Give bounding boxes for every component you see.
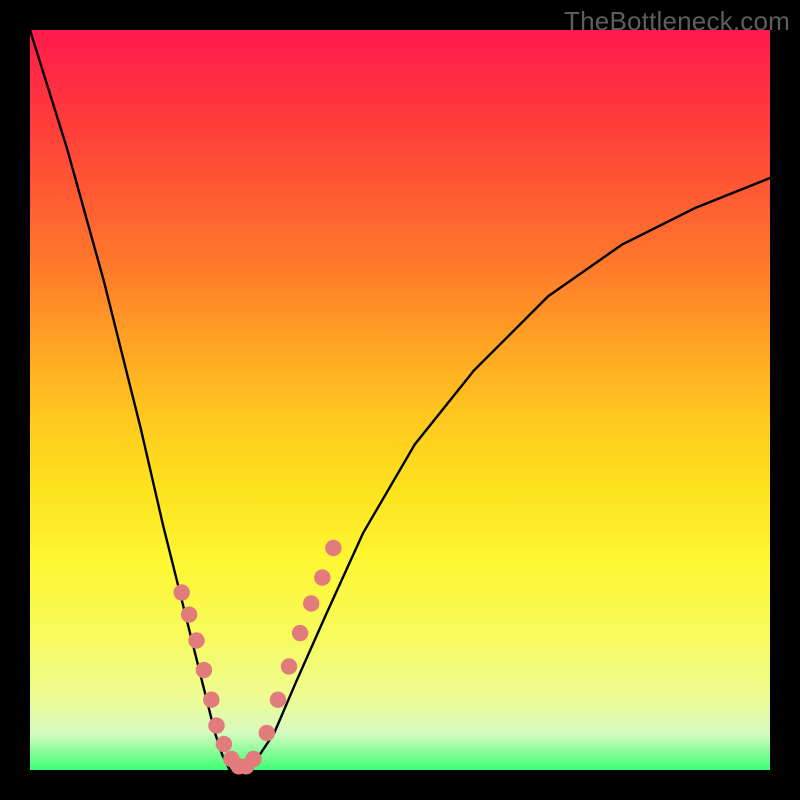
highlight-marker <box>303 595 319 611</box>
highlight-marker <box>181 606 197 622</box>
highlight-marker <box>174 584 190 600</box>
plot-area <box>30 30 770 770</box>
highlight-marker <box>208 717 224 733</box>
highlight-marker <box>292 625 308 641</box>
highlight-marker <box>281 658 297 674</box>
highlight-marker <box>216 736 232 752</box>
highlight-marker <box>270 692 286 708</box>
bottleneck-curve-path <box>30 30 770 770</box>
highlight-marker <box>203 692 219 708</box>
highlight-marker <box>188 632 204 648</box>
highlight-marker <box>245 751 261 767</box>
marker-group <box>174 540 342 775</box>
highlight-marker <box>259 725 275 741</box>
highlight-marker <box>314 569 330 585</box>
curve-svg <box>30 30 770 770</box>
chart-frame: TheBottleneck.com <box>0 0 800 800</box>
curve-group <box>30 30 770 770</box>
highlight-marker <box>196 662 212 678</box>
highlight-marker <box>325 540 341 556</box>
